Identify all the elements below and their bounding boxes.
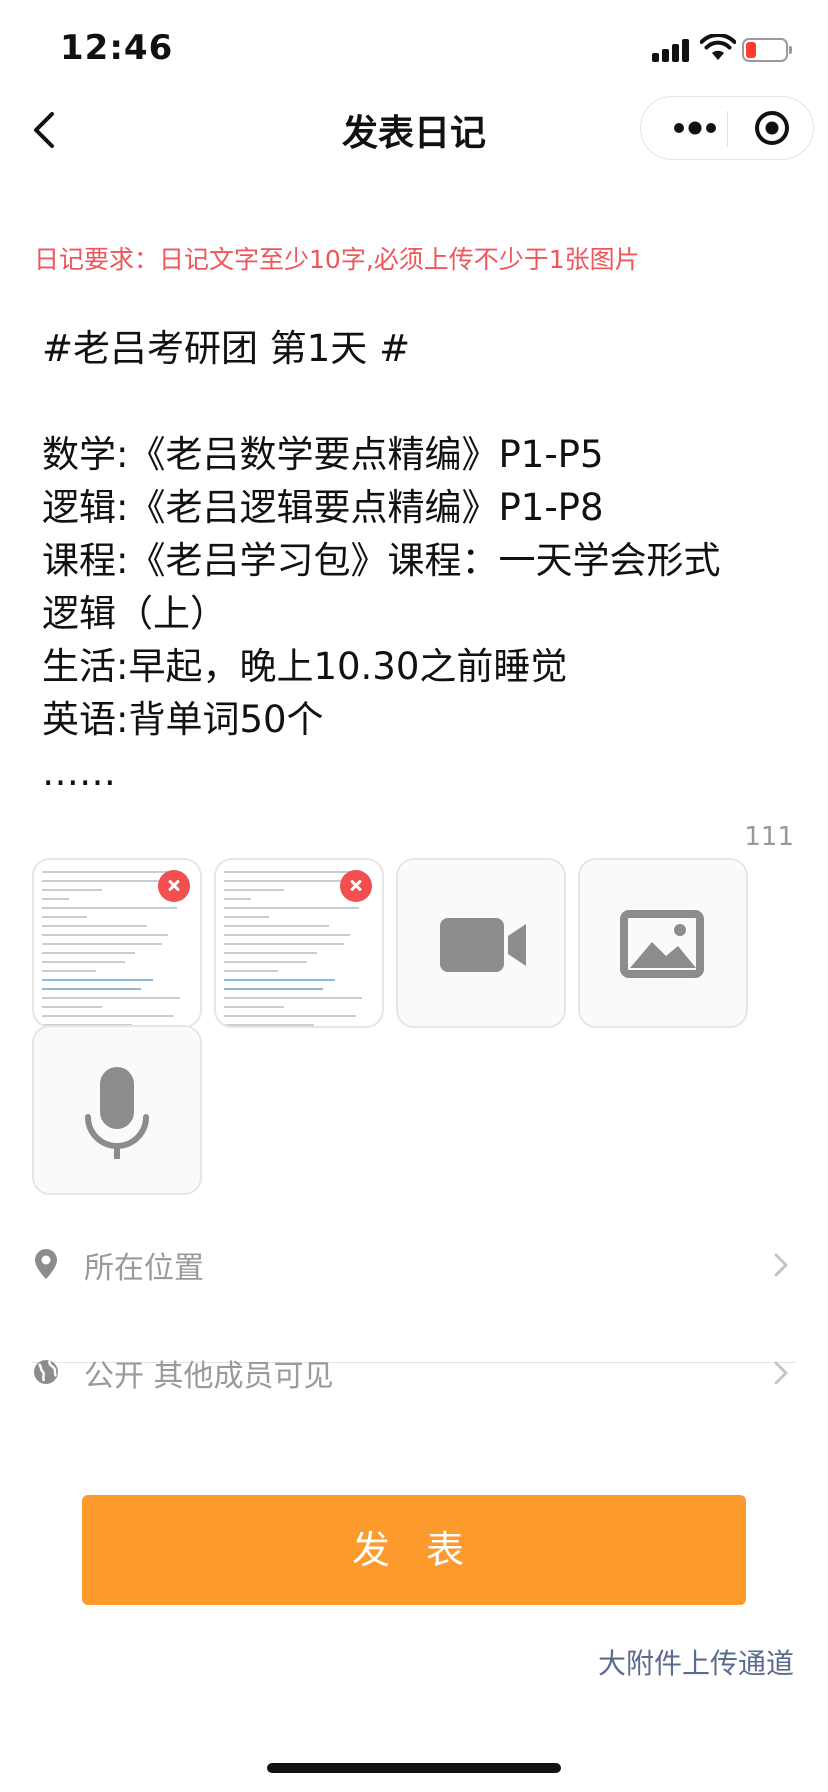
diary-line: …… [42, 751, 116, 794]
diary-text-area[interactable]: #老吕考研团 第1天 # 数学:《老吕数学要点精编》P1-P5 逻辑:《老吕逻辑… [42, 322, 782, 799]
requirement-notice: 日记要求：日记文字至少10字,必须上传不少于1张图片 [34, 245, 640, 274]
add-image-button[interactable] [578, 858, 748, 1028]
image-icon [620, 910, 704, 978]
remove-image-button[interactable] [340, 870, 372, 902]
uploaded-image-thumbnail[interactable] [214, 858, 384, 1028]
navigation-bar: 发表日记 [0, 90, 828, 170]
remove-image-button[interactable] [158, 870, 190, 902]
globe-icon [34, 1360, 58, 1384]
location-pin-icon [35, 1249, 57, 1279]
location-label: 所在位置 [84, 1251, 204, 1286]
chevron-right-icon [774, 1361, 788, 1385]
close-miniprogram-icon[interactable] [741, 97, 803, 159]
large-attachment-upload-link[interactable]: 大附件上传通道 [598, 1642, 794, 1682]
status-time: 12:46 [60, 28, 174, 68]
visibility-label: 公开 其他成员可见 [84, 1359, 334, 1394]
battery-icon [742, 38, 792, 62]
diary-line: 逻辑（上） [42, 592, 227, 635]
video-camera-icon [440, 918, 526, 972]
wifi-icon [700, 34, 736, 60]
chevron-right-icon [774, 1253, 788, 1277]
capsule-divider [727, 111, 728, 147]
microphone-icon [85, 1067, 149, 1159]
miniprogram-capsule [640, 96, 814, 160]
diary-line: 课程:《老吕学习包》课程：一天学会形式 [42, 539, 721, 582]
diary-line: 英语:背单词50个 [42, 698, 324, 741]
add-video-button[interactable] [396, 858, 566, 1028]
status-bar: 12:46 [0, 0, 828, 100]
diary-line: #老吕考研团 第1天 # [42, 327, 411, 370]
cellular-signal-icon [652, 38, 694, 62]
diary-line: 生活:早起，晚上10.30之前睡觉 [42, 645, 568, 688]
publish-button[interactable]: 发 表 [82, 1495, 746, 1605]
add-audio-button[interactable] [32, 1025, 202, 1195]
uploaded-image-thumbnail[interactable] [32, 858, 202, 1028]
diary-line-empty [42, 375, 782, 428]
visibility-row[interactable]: 公开 其他成员可见 [32, 1327, 796, 1417]
diary-line: 数学:《老吕数学要点精编》P1-P5 [42, 433, 604, 476]
character-count: 111 [744, 822, 794, 852]
home-indicator[interactable] [267, 1763, 561, 1773]
diary-compose-screen: 12:46 发表日记 日记要求：日记文字至少10字,必须上传不少于1张图片 #老… [0, 0, 828, 1792]
diary-line: 逻辑:《老吕逻辑要点精编》P1-P8 [42, 486, 604, 529]
more-options-icon[interactable] [667, 97, 723, 159]
location-row[interactable]: 所在位置 [32, 1219, 796, 1309]
